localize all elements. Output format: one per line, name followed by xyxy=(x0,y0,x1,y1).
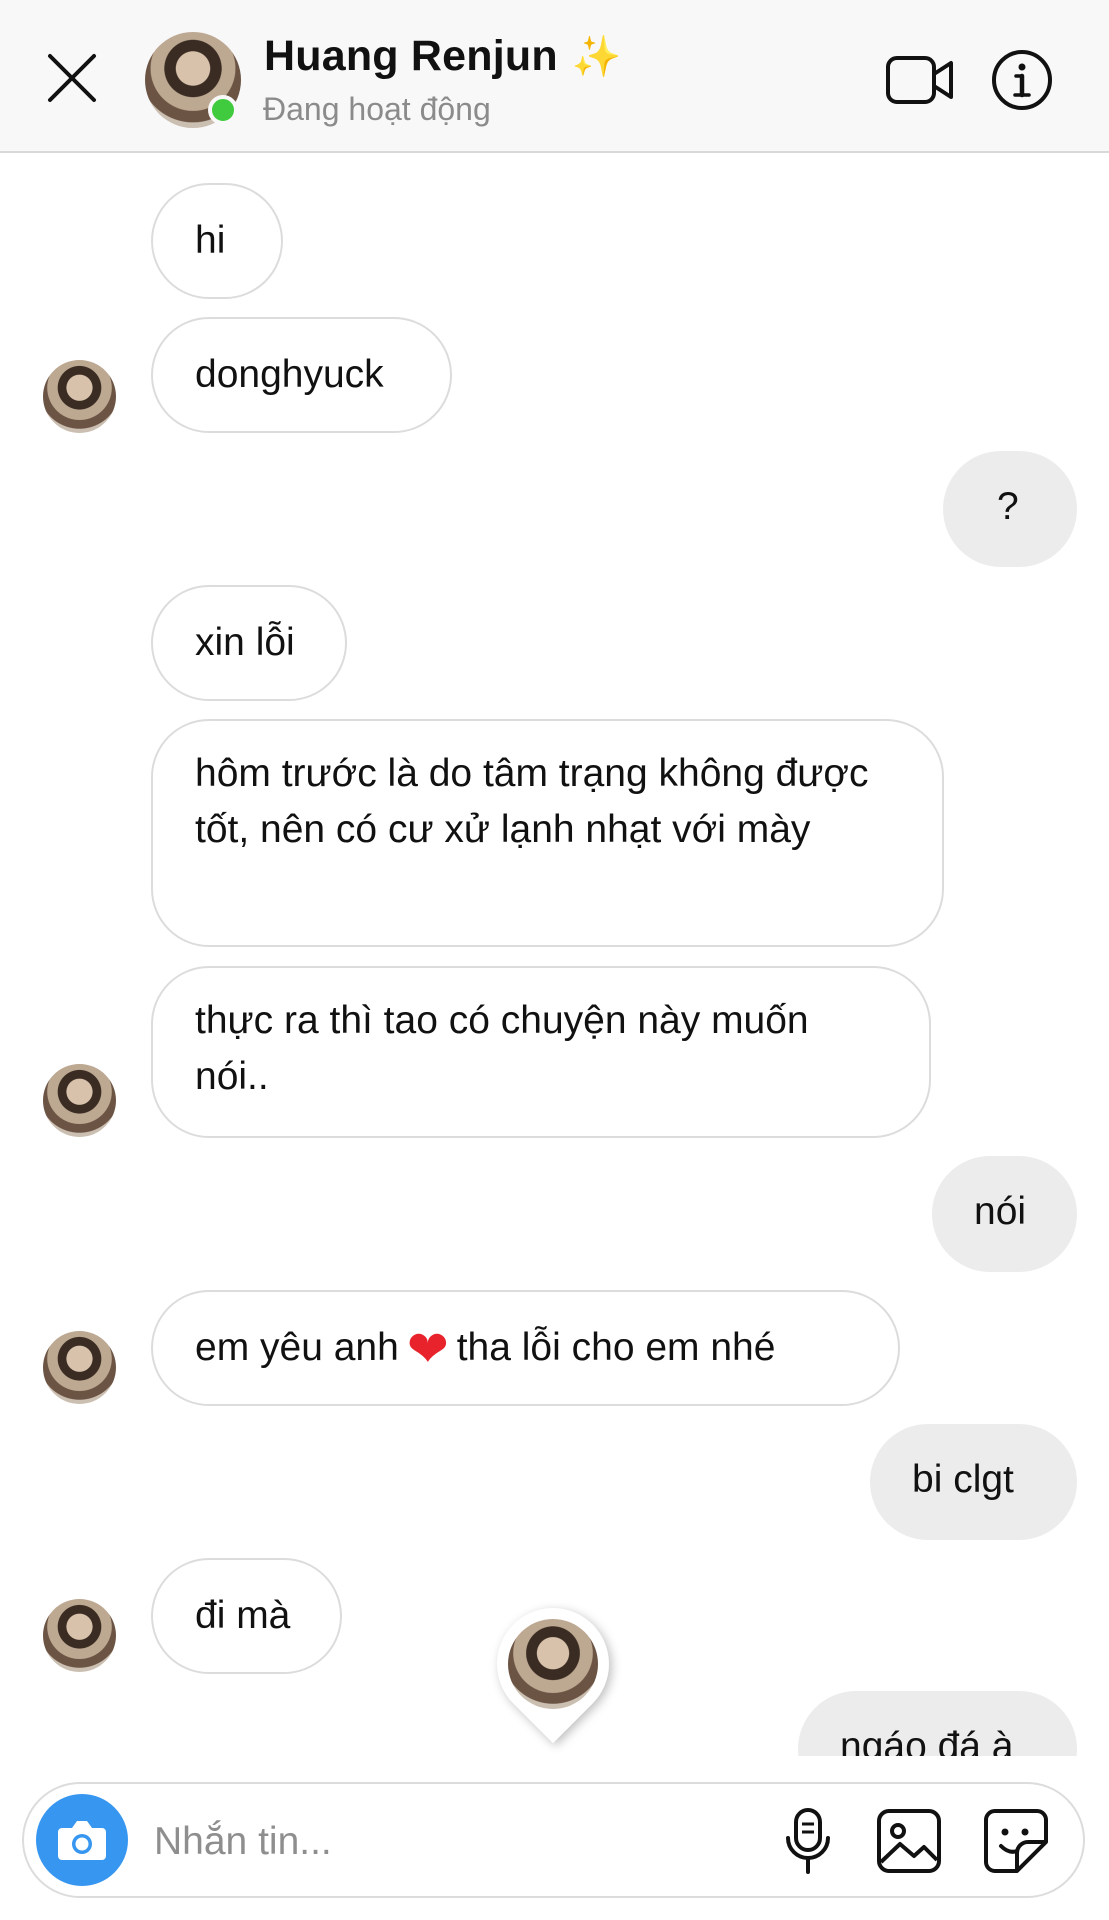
message-text-part: tha lỗi cho em nhé xyxy=(456,1326,776,1369)
message-text: hôm trước là do tâm trạng không được tốt… xyxy=(195,752,869,851)
message-bubble-outgoing[interactable]: ngáo đá à xyxy=(798,1691,1077,1756)
sender-avatar[interactable] xyxy=(43,360,116,433)
message-bubble-outgoing[interactable]: ? xyxy=(943,451,1077,567)
message-bubble-outgoing[interactable]: nói xyxy=(932,1156,1077,1272)
message-text: thực ra thì tao có chuyện này muốn nói.. xyxy=(195,999,809,1098)
message-bubble-incoming[interactable]: em yêu anh ❤ tha lỗi cho em nhé xyxy=(151,1290,900,1406)
contact-avatar[interactable] xyxy=(145,32,241,128)
message-text: bi clgt xyxy=(912,1458,1014,1501)
message-text: donghyuck xyxy=(195,353,384,396)
sticker-icon xyxy=(984,1809,1048,1873)
sender-avatar[interactable] xyxy=(43,1331,116,1404)
sender-avatar[interactable] xyxy=(43,1064,116,1137)
seen-avatar xyxy=(508,1619,598,1709)
voice-message-button[interactable] xyxy=(782,1806,834,1876)
message-bubble-incoming[interactable]: thực ra thì tao có chuyện này muốn nói.. xyxy=(151,966,931,1138)
info-icon xyxy=(992,50,1052,110)
chat-header: Huang Renjun ✨ Đang hoạt động xyxy=(0,0,1109,153)
microphone-icon xyxy=(786,1808,830,1874)
message-text: nói xyxy=(974,1190,1027,1233)
sticker-button[interactable] xyxy=(981,1806,1051,1876)
sparkle-emoji: ✨ xyxy=(571,35,622,79)
camera-icon xyxy=(58,1821,106,1860)
message-text: hi xyxy=(195,219,226,262)
active-status: Đang hoạt động xyxy=(263,91,491,127)
message-thread[interactable]: hi donghyuck ? xin lỗi hôm trước là do t… xyxy=(0,153,1109,1756)
message-bubble-incoming[interactable]: hi xyxy=(151,183,283,299)
contact-name-text: Huang Renjun xyxy=(264,32,558,80)
contact-name[interactable]: Huang Renjun ✨ xyxy=(264,32,622,81)
message-text: xin lỗi xyxy=(195,621,295,664)
message-bubble-incoming[interactable]: donghyuck xyxy=(151,317,452,433)
message-text: đi mà xyxy=(195,1594,291,1637)
message-text-part: em yêu anh xyxy=(195,1326,399,1369)
message-bubble-incoming[interactable]: đi mà xyxy=(151,1558,342,1674)
close-button[interactable] xyxy=(44,50,100,106)
image-gallery-icon xyxy=(877,1809,941,1873)
message-bubble-incoming[interactable]: xin lỗi xyxy=(151,585,347,701)
message-text: ? xyxy=(997,485,1019,528)
online-status-dot xyxy=(208,95,238,125)
message-composer xyxy=(22,1782,1085,1898)
gallery-button[interactable] xyxy=(874,1806,944,1876)
heart-emoji: ❤ xyxy=(406,1321,449,1377)
message-bubble-outgoing[interactable]: bi clgt xyxy=(870,1424,1077,1540)
sender-avatar[interactable] xyxy=(43,1599,116,1672)
close-icon xyxy=(48,54,96,102)
camera-button[interactable] xyxy=(36,1794,128,1886)
video-camera-icon xyxy=(886,56,953,104)
video-call-button[interactable] xyxy=(885,52,955,108)
message-bubble-incoming[interactable]: hôm trước là do tâm trạng không được tốt… xyxy=(151,719,944,947)
info-button[interactable] xyxy=(990,48,1054,112)
message-input[interactable] xyxy=(152,1814,636,1870)
message-text: ngáo đá à xyxy=(840,1725,1014,1756)
seen-indicator xyxy=(473,1584,633,1744)
